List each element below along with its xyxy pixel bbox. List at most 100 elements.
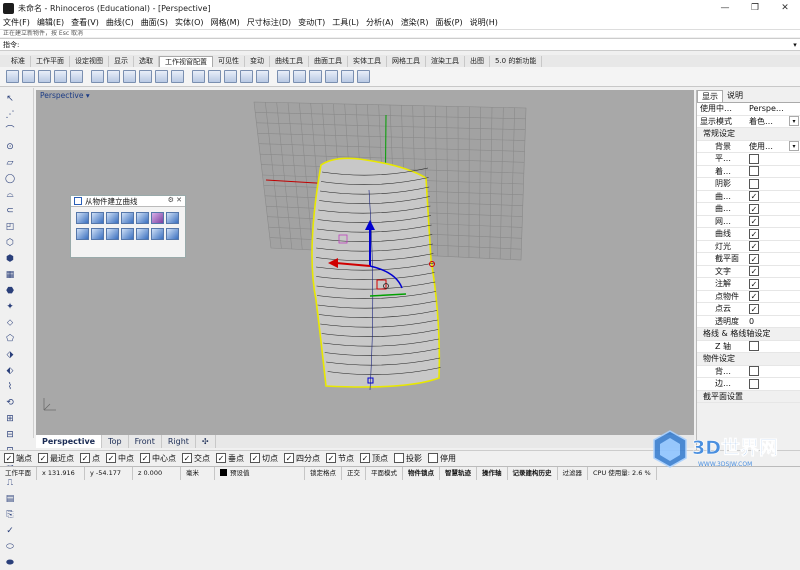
status-toggle[interactable]: 操作轴 [477,467,508,480]
menu-item[interactable]: 面板(P) [436,17,463,28]
viewport-layout-tool-icon[interactable] [208,70,221,83]
left-tool-icon[interactable]: ✓ [3,525,17,538]
osnap-checkbox[interactable] [428,453,438,463]
osnap-checkbox[interactable]: ✓ [38,453,48,463]
toolbar-tab[interactable]: 曲面工具 [309,56,348,67]
menu-item[interactable]: 尺寸标注(D) [247,17,291,28]
viewport-layout-tool-icon[interactable] [91,70,104,83]
property-row[interactable]: 着… [697,166,800,179]
property-value[interactable]: 着色… [749,116,789,127]
left-tool-icon[interactable]: ▦ [3,269,17,282]
left-tool-icon[interactable]: ⊞ [3,413,17,426]
toolbar-tab[interactable]: 实体工具 [348,56,387,67]
menu-item[interactable]: 说明(H) [470,17,498,28]
close-button[interactable]: ✕ [770,0,800,16]
panel-close-icon[interactable]: ⚙ ✕ [168,196,182,204]
toolbar-tab[interactable]: 5.0 的新功能 [490,56,542,67]
property-row[interactable]: 灯光✓ [697,241,800,254]
left-tool-icon[interactable]: ⬖ [3,365,17,378]
menu-item[interactable]: 网格(M) [211,17,240,28]
left-tool-icon[interactable]: ⬠ [3,333,17,346]
viewport-title[interactable]: Perspective ▾ [38,91,92,102]
curve-tool-icon[interactable] [136,228,149,240]
panel-tab[interactable]: 显示 [697,90,723,102]
status-cplane[interactable]: 工作平面 [0,467,37,480]
property-row[interactable]: 注解✓ [697,278,800,291]
property-row[interactable]: 曲…✓ [697,191,800,204]
status-toggle[interactable]: 物件锁点 [403,467,440,480]
osnap-checkbox[interactable]: ✓ [326,453,336,463]
toolbar-tab[interactable]: 选取 [134,56,159,67]
left-tool-icon[interactable]: ⬢ [3,253,17,266]
osnap-checkbox[interactable]: ✓ [216,453,226,463]
left-tool-icon[interactable]: ⎘ [3,509,17,522]
status-toggle[interactable]: 过滤器 [558,467,589,480]
left-tool-icon[interactable]: ⬡ [3,237,17,250]
curve-tool-icon[interactable] [76,212,89,224]
left-tool-icon[interactable]: ⟲ [3,397,17,410]
property-row[interactable]: 背景使用…▾ [697,141,800,154]
viewport-layout-tool-icon[interactable] [277,70,290,83]
property-checkbox[interactable]: ✓ [749,254,759,264]
menu-item[interactable]: 变动(T) [298,17,325,28]
property-row[interactable]: 点云✓ [697,303,800,316]
toolbar-tab[interactable]: 设定视图 [70,56,109,67]
property-row[interactable]: 使用中…Perspe… [697,103,800,116]
toolbar-tab[interactable]: 标准 [6,56,31,67]
curve-tool-icon[interactable] [121,212,134,224]
curve-tool-icon[interactable] [166,212,179,224]
left-tool-icon[interactable]: ⌒ [3,125,17,138]
toolbar-tab[interactable]: 出图 [465,56,490,67]
property-checkbox[interactable] [749,366,759,376]
menu-item[interactable]: 曲面(S) [141,17,168,28]
property-row[interactable]: 点物件✓ [697,291,800,304]
viewport-layout-tool-icon[interactable] [357,70,370,83]
osnap-option[interactable]: ✓端点 [4,453,32,464]
viewport-layout-tool-icon[interactable] [22,70,35,83]
viewport-layout-tool-icon[interactable] [123,70,136,83]
menu-item[interactable]: 实体(O) [175,17,204,28]
property-row[interactable]: 背… [697,366,800,379]
status-toggle[interactable]: 记录建构历史 [508,467,558,480]
property-checkbox[interactable] [749,166,759,176]
viewport-layout-tool-icon[interactable] [192,70,205,83]
curve-tool-icon[interactable] [106,212,119,224]
left-tool-icon[interactable]: ▤ [3,493,17,506]
osnap-option[interactable]: ✓四分点 [284,453,320,464]
property-checkbox[interactable] [749,379,759,389]
property-row[interactable]: 阴影 [697,178,800,191]
osnap-checkbox[interactable]: ✓ [250,453,260,463]
toolbar-tab[interactable]: 可见性 [213,56,245,67]
curve-tool-icon[interactable] [76,228,89,240]
left-tool-icon[interactable]: ⬬ [3,557,17,570]
toolbar-tab[interactable]: 工作视窗配置 [159,56,213,67]
osnap-checkbox[interactable] [394,453,404,463]
property-checkbox[interactable]: ✓ [749,229,759,239]
property-checkbox[interactable] [749,154,759,164]
dropdown-arrow-icon[interactable]: ▾ [789,141,799,151]
osnap-option[interactable]: ✓顶点 [360,453,388,464]
toolbar-tab[interactable]: 渲染工具 [426,56,465,67]
property-checkbox[interactable]: ✓ [749,279,759,289]
left-tool-icon[interactable]: ▱ [3,157,17,170]
property-row[interactable]: 边… [697,378,800,391]
osnap-option[interactable]: ✓点 [80,453,100,464]
property-row[interactable]: 文字✓ [697,266,800,279]
left-tool-icon[interactable]: ◰ [3,221,17,234]
property-row[interactable]: 透明度0 [697,316,800,329]
minimize-button[interactable]: — [710,0,740,16]
viewport-layout-tool-icon[interactable] [38,70,51,83]
menu-item[interactable]: 工具(L) [332,17,359,28]
toolbar-tab[interactable]: 工作平面 [31,56,70,67]
osnap-checkbox[interactable]: ✓ [140,453,150,463]
viewport-layout-tool-icon[interactable] [107,70,120,83]
status-toggle[interactable]: 锁定格点 [305,467,342,480]
perspective-viewport[interactable]: Perspective ▾ [36,90,694,435]
status-toggle[interactable]: 正交 [342,467,366,480]
viewport-tab[interactable]: Right [162,435,196,448]
command-dropdown-icon[interactable]: ▾ [790,41,800,49]
left-tool-icon[interactable]: ⊟ [3,429,17,442]
viewport-layout-tool-icon[interactable] [54,70,67,83]
property-checkbox[interactable]: ✓ [749,266,759,276]
menu-item[interactable]: 渲染(R) [401,17,429,28]
